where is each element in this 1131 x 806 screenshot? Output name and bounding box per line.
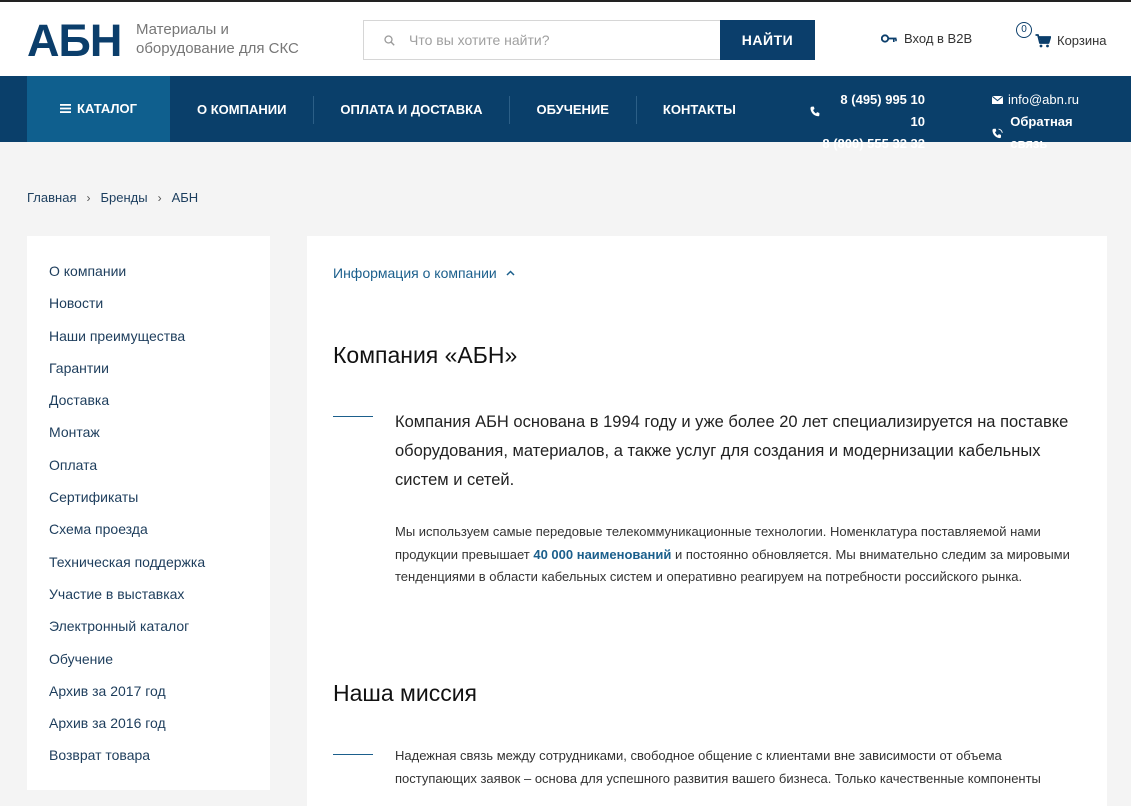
sidebar-item-returns[interactable]: Возврат товара bbox=[27, 746, 270, 778]
sidebar-item-certificates[interactable]: Сертификаты bbox=[27, 488, 270, 520]
contacts-block: info@abn.ru Обратная связь bbox=[992, 89, 1107, 155]
sidebar-item-payment[interactable]: Оплата bbox=[27, 456, 270, 488]
mail-icon bbox=[992, 96, 1003, 104]
menu-icon bbox=[60, 103, 72, 113]
sidebar-menu: О компании Новости Наши преимущества Гар… bbox=[27, 236, 270, 790]
sidebar-item-advantages[interactable]: Наши преимущества bbox=[27, 327, 270, 359]
breadcrumb-brands[interactable]: Бренды bbox=[100, 190, 147, 205]
sidebar-item-installation[interactable]: Монтаж bbox=[27, 423, 270, 455]
key-icon bbox=[881, 34, 897, 43]
company-heading: Компания «АБН» bbox=[333, 342, 518, 368]
sidebar-item-directions[interactable]: Схема проезда bbox=[27, 520, 270, 552]
sidebar-item-archive-2016[interactable]: Архив за 2016 год bbox=[27, 714, 270, 746]
phone-block: 8 (495) 995 10 10 8 (800) 555 32 32 bbox=[810, 89, 925, 155]
cart-label: Корзина bbox=[1057, 32, 1107, 48]
search-button[interactable]: НАЙТИ bbox=[720, 20, 815, 60]
mission-divider bbox=[333, 754, 373, 755]
callback-link[interactable]: Обратная связь bbox=[1010, 111, 1107, 155]
sidebar-item-support[interactable]: Техническая поддержка bbox=[27, 553, 270, 585]
sidebar-item-guarantees[interactable]: Гарантии bbox=[27, 359, 270, 391]
nav-item-about[interactable]: О КОМПАНИИ bbox=[170, 76, 313, 142]
mission-text: Надежная связь между сотрудниками, свобо… bbox=[395, 748, 1041, 786]
main-nav: КАТАЛОГ О КОМПАНИИ ОПЛАТА И ДОСТАВКА ОБУ… bbox=[0, 76, 1131, 151]
callback-phone-icon bbox=[992, 128, 1003, 138]
sidebar-item-news[interactable]: Новости bbox=[27, 294, 270, 326]
lead-divider bbox=[333, 416, 373, 417]
b2b-login-label: Вход в B2B bbox=[904, 31, 973, 46]
search-bar: НАЙТИ bbox=[363, 20, 815, 60]
mission-heading: Наша миссия bbox=[333, 680, 477, 706]
breadcrumb: Главная › Бренды › АБН bbox=[27, 190, 198, 205]
search-field-wrapper bbox=[363, 20, 720, 60]
nav-items: О КОМПАНИИ ОПЛАТА И ДОСТАВКА ОБУЧЕНИЕ КО… bbox=[170, 76, 763, 142]
b2b-login-link[interactable]: Вход в B2B bbox=[881, 31, 972, 46]
nav-item-payment-delivery[interactable]: ОПЛАТА И ДОСТАВКА bbox=[313, 76, 509, 142]
cart-icon bbox=[1035, 34, 1051, 48]
sidebar-item-ecatalog[interactable]: Электронный каталог bbox=[27, 617, 270, 649]
catalog-label: КАТАЛОГ bbox=[77, 100, 137, 116]
product-count-link[interactable]: 40 000 наименований bbox=[533, 547, 671, 562]
phone-number-free[interactable]: 8 (800) 555 32 32 bbox=[822, 133, 925, 155]
company-description: Мы используем самые передовые телекоммун… bbox=[395, 521, 1085, 589]
site-header: АБН Материалы и оборудование для СКС НАЙ… bbox=[0, 2, 1131, 76]
company-info-toggle-label: Информация о компании bbox=[333, 265, 497, 281]
sidebar-item-archive-2017[interactable]: Архив за 2017 год bbox=[27, 682, 270, 714]
cart-count-badge: 0 bbox=[1016, 22, 1032, 38]
breadcrumb-separator-icon: › bbox=[157, 190, 162, 205]
sidebar-item-exhibitions[interactable]: Участие в выставках bbox=[27, 585, 270, 617]
search-icon bbox=[384, 34, 395, 46]
nav-item-contacts[interactable]: КОНТАКТЫ bbox=[635, 76, 763, 142]
sidebar-item-delivery[interactable]: Доставка bbox=[27, 391, 270, 423]
company-lead-text: Компания АБН основана в 1994 году и уже … bbox=[395, 413, 1069, 489]
email-link[interactable]: info@abn.ru bbox=[1008, 89, 1079, 111]
phone-icon bbox=[810, 106, 820, 116]
sidebar-item-training[interactable]: Обучение bbox=[27, 650, 270, 682]
main-content: Информация о компании Компания «АБН» Ком… bbox=[307, 236, 1107, 806]
site-logo[interactable]: АБН bbox=[27, 18, 122, 63]
breadcrumb-separator-icon: › bbox=[86, 190, 91, 205]
company-info-toggle[interactable]: Информация о компании bbox=[333, 265, 515, 281]
breadcrumb-home[interactable]: Главная bbox=[27, 190, 76, 205]
site-tagline: Материалы и оборудование для СКС bbox=[136, 21, 299, 57]
cart-link[interactable]: 0 Корзина bbox=[1015, 20, 1107, 60]
phone-number-moscow[interactable]: 8 (495) 995 10 10 bbox=[825, 89, 925, 133]
catalog-menu-button[interactable]: КАТАЛОГ bbox=[27, 76, 170, 142]
chevron-up-icon bbox=[506, 270, 515, 276]
nav-item-training[interactable]: ОБУЧЕНИЕ bbox=[509, 76, 635, 142]
search-input[interactable] bbox=[409, 32, 699, 48]
sidebar-item-about[interactable]: О компании bbox=[27, 262, 270, 294]
breadcrumb-current: АБН bbox=[171, 190, 199, 205]
